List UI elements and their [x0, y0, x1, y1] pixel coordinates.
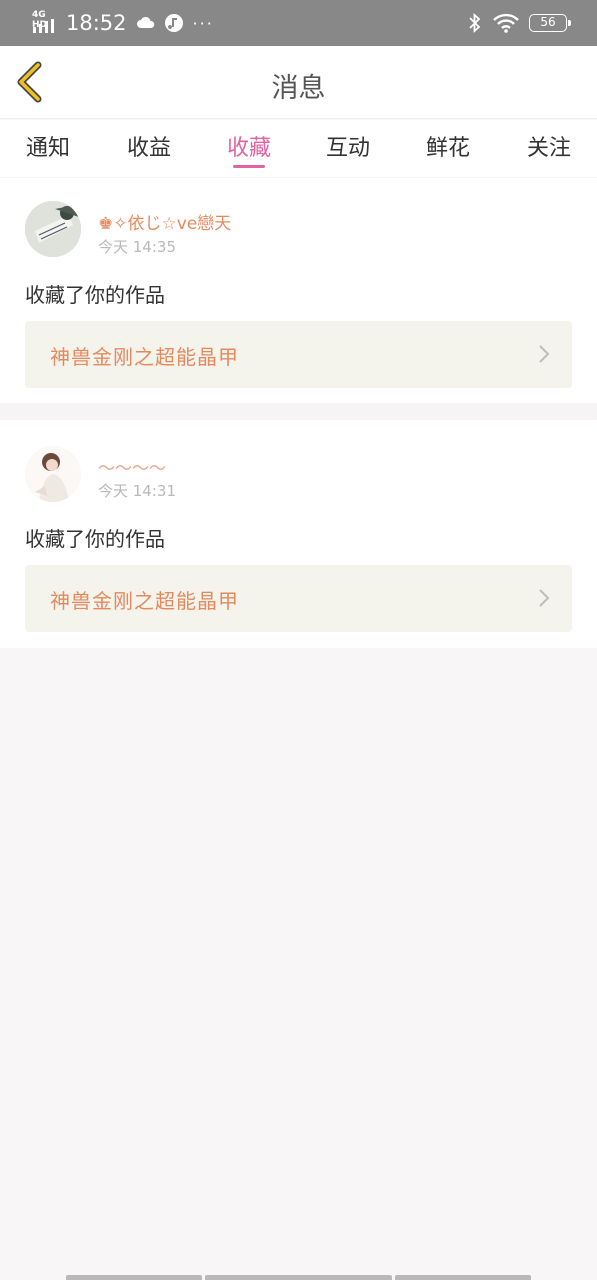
tab-follows[interactable]: 关注	[509, 130, 589, 162]
signal-icon: 4G HD	[32, 10, 58, 35]
chevron-right-icon	[539, 589, 550, 607]
message-time: 今天 14:35	[98, 238, 176, 256]
work-link[interactable]: 神兽金刚之超能晶甲	[25, 321, 572, 388]
status-time: 18:52	[66, 11, 127, 35]
username[interactable]: ♚✧依じ☆ve戀天	[98, 209, 231, 234]
music-note-icon	[164, 14, 183, 32]
tab-favorites[interactable]: 收藏	[209, 130, 289, 162]
page-title: 消息	[271, 73, 326, 104]
avatar[interactable]	[25, 201, 81, 257]
tab-interactions[interactable]: 互动	[308, 130, 388, 162]
tab-flowers[interactable]: 鲜花	[408, 130, 488, 162]
message-card: ♚✧依じ☆ve戀天 今天 14:35 收藏了你的作品 神兽金刚之超能晶甲	[0, 178, 597, 403]
battery-level: 56	[540, 15, 556, 29]
work-link[interactable]: 神兽金刚之超能晶甲	[25, 565, 572, 632]
nav-hint-right	[395, 1275, 531, 1280]
bluetooth-icon	[469, 12, 481, 34]
action-text: 收藏了你的作品	[25, 527, 165, 551]
overflow-dots: ···	[192, 13, 214, 33]
tab-bar: 通知 收益 收藏 互动 鲜花 关注	[0, 120, 597, 177]
app-header: 消息	[0, 46, 597, 119]
tab-notifications[interactable]: 通知	[8, 130, 88, 162]
chevron-right-icon	[539, 345, 550, 363]
battery-icon: 56	[529, 14, 571, 32]
nav-hint-left	[66, 1275, 202, 1280]
cloud-icon	[136, 16, 154, 28]
nav-hint-center	[205, 1275, 392, 1280]
tab-earnings[interactable]: 收益	[109, 130, 189, 162]
wifi-icon	[493, 13, 519, 33]
avatar[interactable]	[25, 446, 81, 502]
action-text: 收藏了你的作品	[25, 283, 165, 307]
work-title: 神兽金刚之超能晶甲	[50, 345, 239, 369]
active-tab-indicator	[233, 165, 265, 168]
card-divider	[0, 403, 597, 420]
work-title: 神兽金刚之超能晶甲	[50, 589, 239, 613]
message-time: 今天 14:31	[98, 482, 176, 500]
status-bar: 4G HD 18:52 ··· 56	[0, 0, 597, 46]
username[interactable]: ～～～～	[98, 454, 166, 479]
message-card: ～～～～ 今天 14:31 收藏了你的作品 神兽金刚之超能晶甲	[0, 420, 597, 648]
